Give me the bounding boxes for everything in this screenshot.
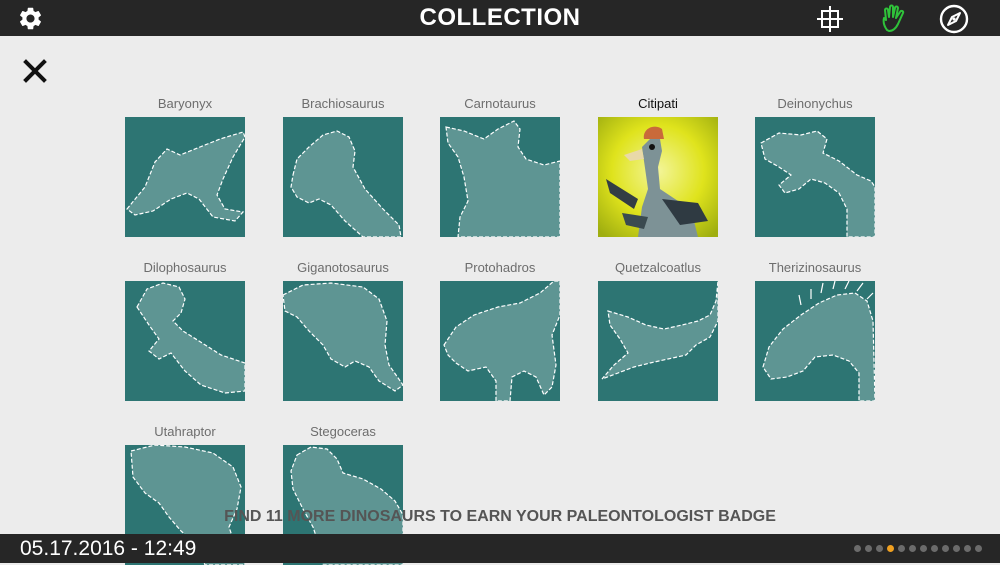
page-title: COLLECTION [419, 4, 581, 31]
dino-tile-carnotaurus[interactable]: Carnotaurus [440, 95, 560, 237]
dino-silhouette-locked [125, 281, 245, 401]
dino-tile-protohadros[interactable]: Protohadros [440, 259, 560, 401]
dino-tile-brachiosaurus[interactable]: Brachiosaurus [283, 95, 403, 237]
dino-silhouette-locked [598, 281, 718, 401]
dino-tile-citipati[interactable]: Citipati [598, 95, 718, 237]
dino-silhouette-locked [125, 117, 245, 237]
dino-tile-deinonychus[interactable]: Deinonychus [755, 95, 875, 237]
dino-name: Dilophosaurus [143, 260, 227, 275]
dino-silhouette-locked [283, 281, 403, 401]
page-dot[interactable] [854, 545, 861, 552]
dino-tile-utahraptor[interactable]: Utahraptor [125, 423, 245, 565]
page-dot[interactable] [876, 545, 883, 552]
page-dot[interactable] [898, 545, 905, 552]
dino-tile-dilophosaurus[interactable]: Dilophosaurus [125, 259, 245, 401]
datetime-display: 05.17.2016 - 12:49 [20, 537, 197, 560]
dino-name: Protohadros [464, 260, 536, 275]
dino-name: Citipati [638, 96, 678, 111]
page-dot[interactable] [953, 545, 960, 552]
page-dot[interactable] [964, 545, 971, 552]
page-dot[interactable] [865, 545, 872, 552]
dino-name: Deinonychus [777, 96, 853, 111]
dino-name: Quetzalcoatlus [615, 260, 701, 275]
dino-silhouette-locked [755, 117, 875, 237]
page-dot[interactable] [909, 545, 916, 552]
page-dot[interactable] [975, 545, 982, 552]
dino-tile-giganotosaurus[interactable]: Giganotosaurus [283, 259, 403, 401]
page-dot[interactable] [942, 545, 949, 552]
dino-name: Baryonyx [157, 96, 213, 111]
dino-name: Utahraptor [154, 424, 216, 439]
close-icon[interactable] [22, 58, 48, 84]
dino-tile-stegoceras[interactable]: Stegoceras [283, 423, 403, 565]
page-indicator[interactable] [854, 545, 982, 552]
dino-name: Therizinosaurus [768, 260, 862, 275]
dino-name: Carnotaurus [464, 96, 536, 111]
compass-icon[interactable] [939, 4, 969, 34]
dino-silhouette-locked [440, 281, 560, 401]
citipati-image [598, 117, 718, 237]
dino-silhouette-locked [440, 117, 560, 237]
dino-tile-baryonyx[interactable]: Baryonyx [125, 95, 245, 237]
dino-tile-quetzalcoatlus[interactable]: Quetzalcoatlus [598, 259, 718, 401]
page-dot-active[interactable] [887, 545, 894, 552]
hand-icon[interactable] [878, 4, 908, 34]
page-dot[interactable] [931, 545, 938, 552]
dino-name: Giganotosaurus [297, 260, 389, 275]
dino-silhouette-locked [283, 117, 403, 237]
progress-message: FIND 11 MORE DINOSAURS TO EARN YOUR PALE… [224, 508, 776, 525]
dino-name: Stegoceras [310, 424, 376, 439]
dino-silhouette-locked [755, 281, 875, 401]
dino-tile-therizinosaurus[interactable]: Therizinosaurus [755, 259, 875, 401]
crosshair-frame-icon[interactable] [816, 5, 844, 33]
page-dot[interactable] [920, 545, 927, 552]
dino-name: Brachiosaurus [301, 96, 385, 111]
